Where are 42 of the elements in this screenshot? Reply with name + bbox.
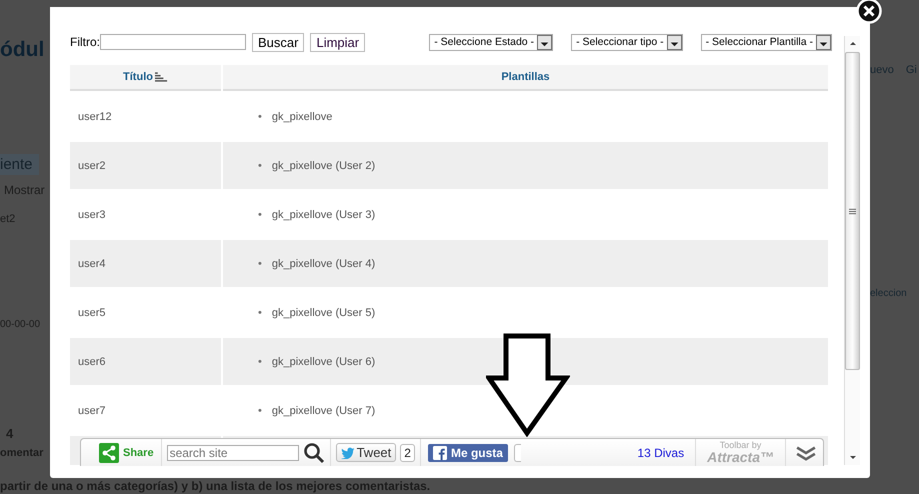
table-cell: user4 — [70, 240, 221, 287]
brand-logo: Attracta™ — [707, 450, 774, 464]
table-cell-text: user3 — [77, 208, 107, 222]
dropdown[interactable]: - Seleccionar tipo - — [571, 34, 683, 50]
bird-icon — [340, 446, 355, 458]
toolbar-caption: Toolbar by — [720, 441, 762, 450]
table-cell-text: user12 — [77, 110, 113, 124]
filter-label: Filtro: — [70, 35, 100, 49]
table-cell-text: • gk_pixellove (User 7) — [257, 404, 376, 418]
table-cell-text: • gk_pixellove (User 5) — [257, 306, 376, 320]
table-cell-text: • gk_pixellove — [257, 110, 334, 124]
tweet-button[interactable]: Tweet — [336, 443, 396, 462]
table-cell-text: user7 — [77, 404, 107, 418]
search-icon[interactable] — [302, 442, 325, 464]
dropdown[interactable]: - Seleccione Estado - — [429, 34, 554, 50]
filter-button[interactable]: Limpiar — [310, 32, 366, 52]
filter-button[interactable]: Buscar — [252, 32, 304, 52]
double-chevron-icon[interactable] — [795, 444, 817, 460]
scrollbar[interactable] — [844, 36, 860, 465]
filter-field[interactable] — [100, 34, 246, 50]
scrollbar-thumb[interactable] — [845, 52, 860, 370]
table-cell: user2 — [70, 142, 221, 189]
like-button[interactable]: Me gusta — [428, 444, 508, 462]
like-count-bubble — [514, 444, 521, 462]
table-cell-text: • gk_pixellove (User 3) — [257, 208, 376, 222]
table-cell: user6 — [70, 338, 221, 385]
table-cell: • gk_pixellove (User 4) — [223, 240, 828, 287]
table-cell-text: user5 — [77, 306, 107, 320]
column-header[interactable]: Título — [70, 65, 221, 91]
facebook-icon — [432, 446, 447, 460]
close-icon[interactable] — [856, 0, 882, 24]
table-cell: • gk_pixellove (User 2) — [223, 142, 828, 189]
dropdown[interactable]: - Seleccionar Plantilla - — [700, 34, 832, 50]
grip-icon — [849, 208, 856, 214]
search-field[interactable]: search site — [166, 444, 299, 460]
table-cell: • gk_pixellove (User 6) — [223, 338, 828, 385]
tweet-count: 2 — [400, 444, 415, 462]
page-heading: ódul — [0, 38, 44, 62]
share-icon — [99, 442, 119, 462]
column-header[interactable]: Plantillas — [223, 65, 828, 91]
page-text: eleccion — [870, 288, 907, 299]
site-link[interactable]: 13 Divas — [637, 446, 684, 460]
